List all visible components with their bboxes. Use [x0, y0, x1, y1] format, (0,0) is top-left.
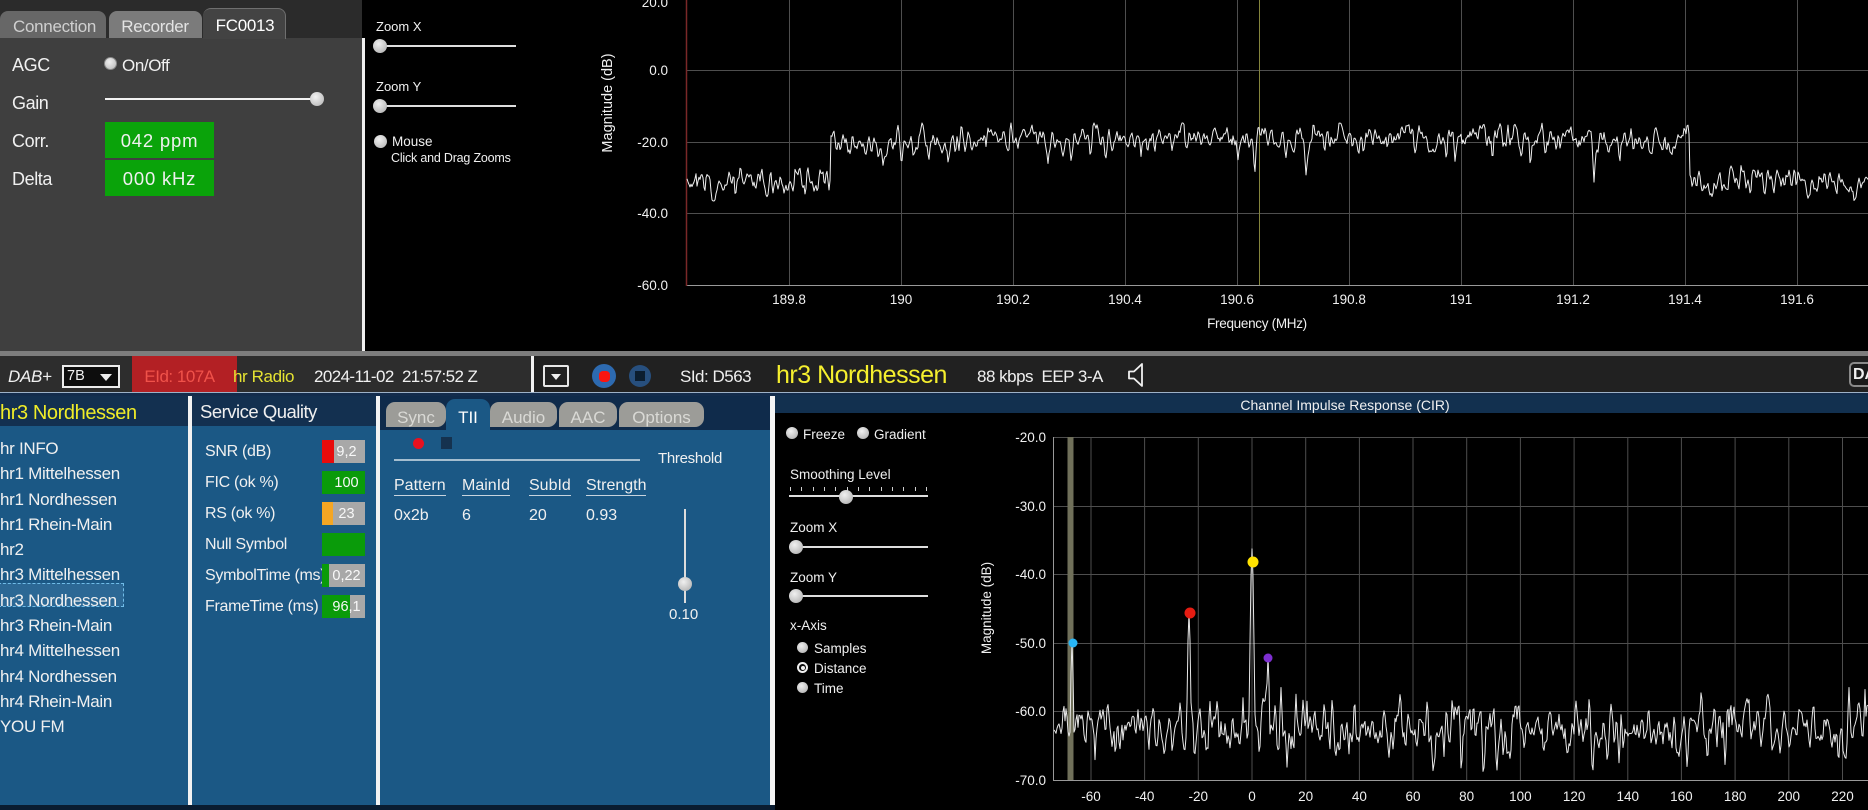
svg-text:Magnitude (dB): Magnitude (dB) [979, 562, 994, 654]
svg-text:0.0: 0.0 [649, 63, 668, 78]
svg-text:191.2: 191.2 [1556, 292, 1590, 307]
svg-text:-20.0: -20.0 [637, 135, 668, 150]
svg-text:-50.0: -50.0 [1015, 636, 1046, 651]
svg-text:191.4: 191.4 [1668, 292, 1702, 307]
svg-text:-60.0: -60.0 [637, 278, 668, 293]
svg-text:190.6: 190.6 [1220, 292, 1254, 307]
svg-text:40: 40 [1352, 789, 1367, 804]
svg-text:-40.0: -40.0 [637, 206, 668, 221]
svg-text:-40: -40 [1135, 789, 1155, 804]
svg-text:200: 200 [1778, 789, 1801, 804]
svg-text:-70.0: -70.0 [1015, 773, 1046, 788]
svg-text:Frequency (MHz): Frequency (MHz) [1207, 316, 1307, 331]
svg-text:-30.0: -30.0 [1015, 499, 1046, 514]
svg-text:60: 60 [1405, 789, 1420, 804]
svg-text:-60: -60 [1081, 789, 1101, 804]
svg-text:191: 191 [1450, 292, 1473, 307]
svg-text:120: 120 [1563, 789, 1586, 804]
svg-text:190.2: 190.2 [996, 292, 1030, 307]
svg-text:180: 180 [1724, 789, 1747, 804]
svg-text:80: 80 [1459, 789, 1474, 804]
svg-text:100: 100 [1509, 789, 1532, 804]
svg-text:160: 160 [1670, 789, 1693, 804]
svg-text:20: 20 [1298, 789, 1313, 804]
svg-text:20.0: 20.0 [642, 0, 668, 10]
svg-text:190.8: 190.8 [1332, 292, 1366, 307]
svg-text:191.6: 191.6 [1780, 292, 1814, 307]
svg-text:0: 0 [1248, 789, 1256, 804]
svg-text:190: 190 [890, 292, 913, 307]
svg-text:-60.0: -60.0 [1015, 704, 1046, 719]
svg-text:220: 220 [1831, 789, 1854, 804]
svg-text:-20.0: -20.0 [1015, 430, 1046, 445]
svg-text:-40.0: -40.0 [1015, 567, 1046, 582]
svg-text:140: 140 [1617, 789, 1640, 804]
svg-text:190.4: 190.4 [1108, 292, 1142, 307]
svg-text:189.8: 189.8 [772, 292, 806, 307]
svg-text:-20: -20 [1189, 789, 1209, 804]
svg-text:Magnitude (dB): Magnitude (dB) [600, 53, 616, 152]
